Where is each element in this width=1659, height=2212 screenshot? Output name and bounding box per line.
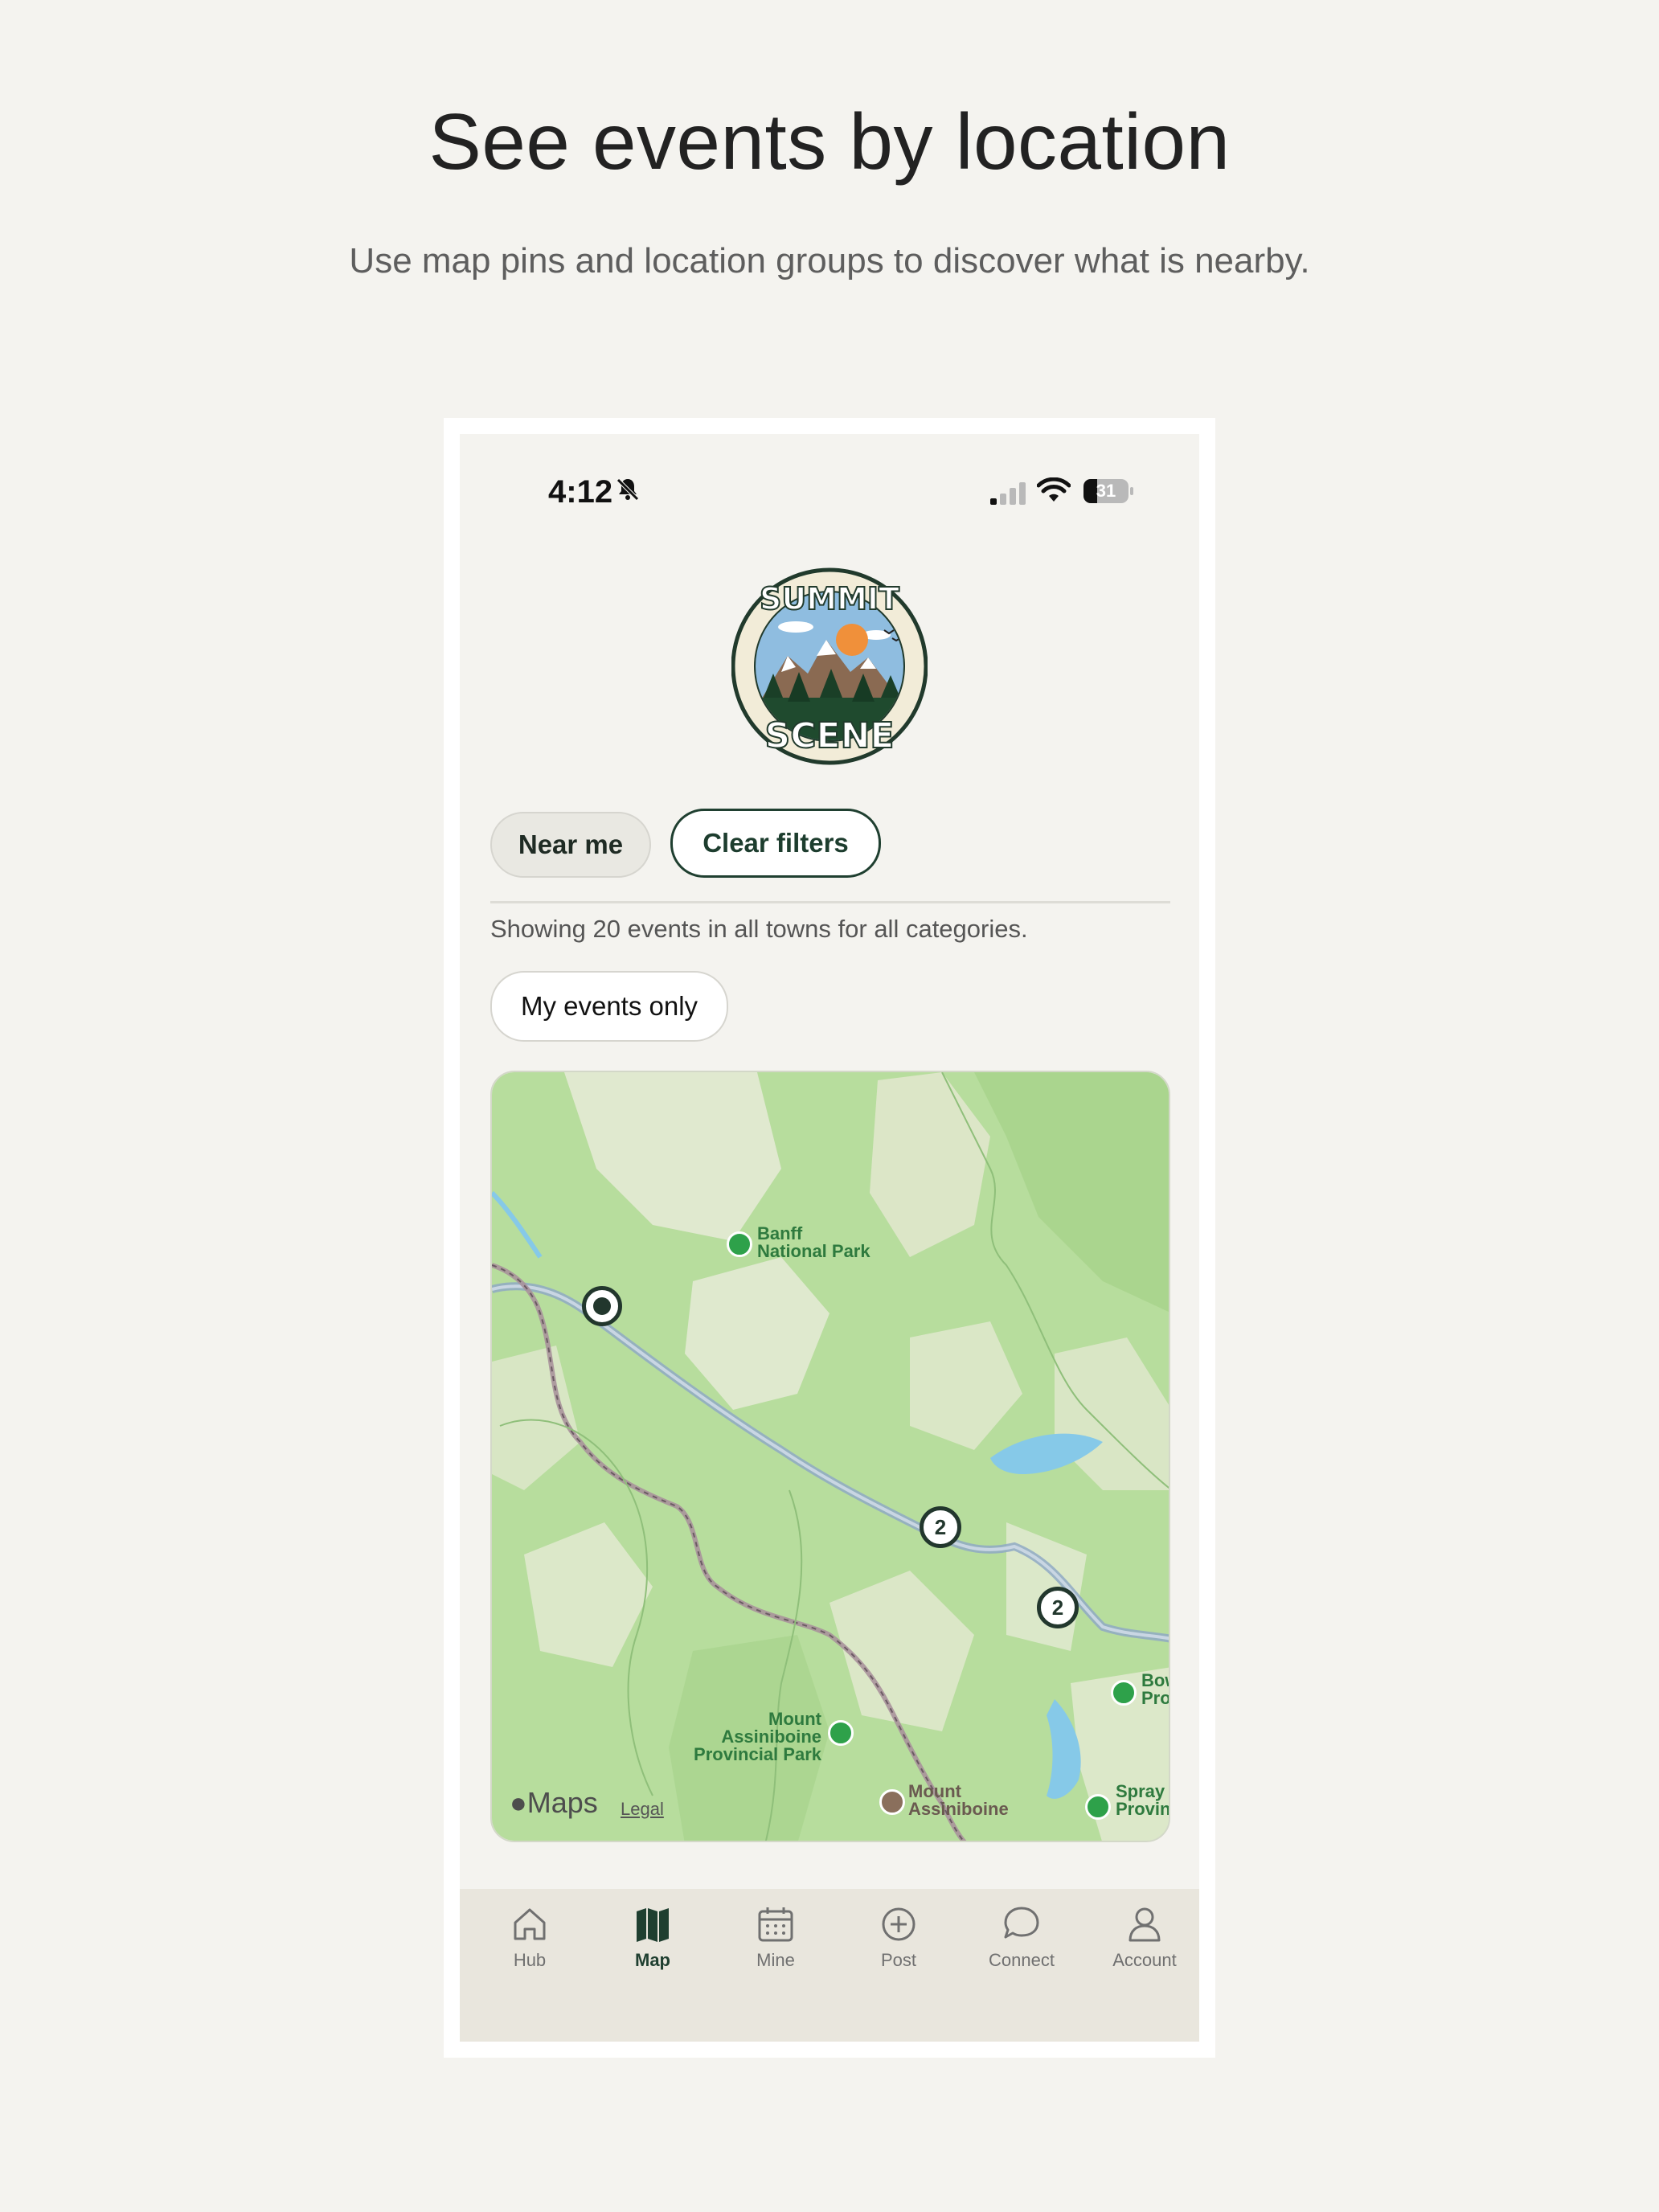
page-subtitle: Use map pins and location groups to disc… — [349, 241, 1310, 281]
my-events-only-toggle[interactable]: My events only — [490, 971, 728, 1042]
page-title: See events by location — [428, 97, 1231, 186]
results-summary: Showing 20 events in all towns for all c… — [490, 915, 1028, 943]
park-marker-icon[interactable] — [727, 1231, 752, 1257]
battery-level: 31 — [1096, 481, 1116, 501]
clear-filters-button[interactable]: Clear filters — [670, 809, 881, 878]
wifi-icon — [1037, 477, 1071, 502]
maps-legal-link[interactable]: Legal — [621, 1799, 664, 1820]
map-icon — [637, 1908, 669, 1942]
cellular-signal-icon — [990, 482, 1026, 505]
event-cluster-pin[interactable]: 2 — [920, 1506, 961, 1548]
poi-label-assiniboine-peak: Mount Assiniboine — [908, 1781, 1009, 1819]
event-cluster-pin[interactable]: 2 — [1037, 1587, 1079, 1628]
calendar-icon — [758, 1907, 793, 1942]
park-marker-icon[interactable] — [1111, 1680, 1137, 1706]
maps-attribution: ●Maps — [510, 1786, 598, 1819]
near-me-button[interactable]: Near me — [490, 812, 651, 878]
tab-post[interactable]: Post — [846, 1903, 951, 1971]
event-pin[interactable] — [582, 1286, 622, 1326]
poi-label-assiniboine-park: Mount Assiniboine Provincial Park — [694, 1709, 821, 1764]
bottom-tab-bar: Hub Map Mine Post Connect Account — [460, 1889, 1199, 2042]
person-icon — [1129, 1907, 1161, 1942]
apple-logo-icon: ● — [510, 1786, 527, 1819]
tab-map[interactable]: Map — [600, 1903, 705, 1971]
battery-icon: 31 — [1083, 479, 1133, 503]
status-time: 4:12 — [548, 474, 613, 510]
home-icon — [514, 1908, 546, 1940]
svg-text:SUMMIT: SUMMIT — [760, 581, 899, 616]
park-marker-icon[interactable] — [1085, 1794, 1111, 1820]
poi-label-spray: Spray Provin — [1116, 1781, 1170, 1819]
phone-screen: 4:12 31 SUMMIT SCENE Near me Clear filte… — [460, 434, 1199, 2042]
park-marker-icon[interactable] — [828, 1720, 854, 1746]
poi-label-bow: BowPro — [1141, 1670, 1170, 1708]
silent-bell-icon — [616, 478, 639, 501]
tab-account[interactable]: Account — [1092, 1903, 1197, 1971]
chat-icon — [1004, 1907, 1039, 1939]
mountain-peak-icon[interactable] — [879, 1789, 905, 1815]
filters-divider — [490, 901, 1170, 903]
tab-hub[interactable]: Hub — [477, 1903, 582, 1971]
plus-circle-icon — [882, 1907, 916, 1941]
svg-text:SCENE: SCENE — [765, 715, 895, 756]
tab-connect[interactable]: Connect — [969, 1903, 1074, 1971]
summit-scene-logo: SUMMIT SCENE — [731, 567, 928, 765]
poi-label-banff: Banff National Park — [757, 1223, 870, 1261]
tab-mine[interactable]: Mine — [723, 1903, 828, 1971]
events-map[interactable]: Banff National Park Mount Assiniboine Provi… — [490, 1071, 1170, 1842]
